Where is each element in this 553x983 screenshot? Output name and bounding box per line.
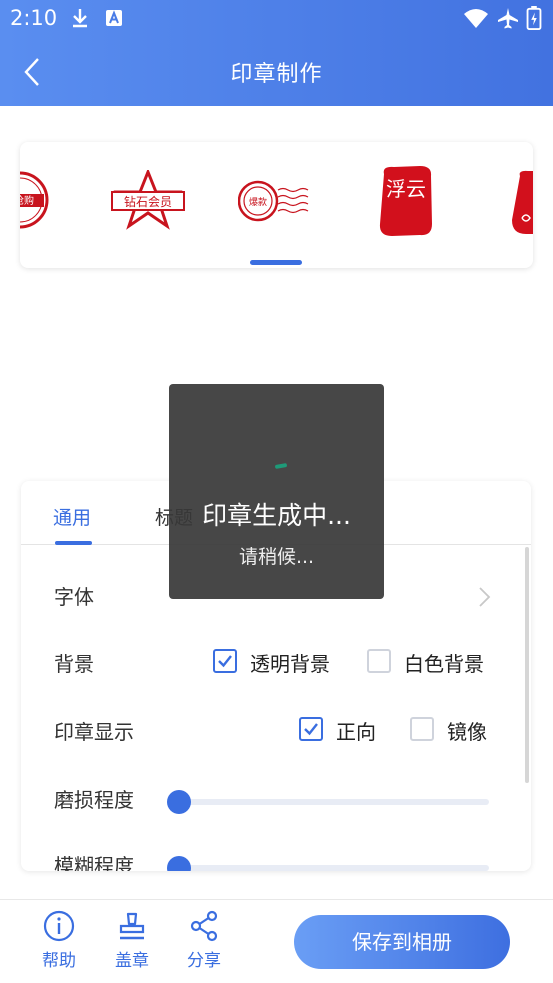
mirror-label[interactable]: 镜像: [447, 716, 487, 745]
status-bar: 2:10: [0, 0, 553, 38]
share-label: 分享: [187, 951, 221, 971]
stamp-template-2[interactable]: 钻石会员: [108, 167, 188, 234]
save-to-album-button[interactable]: 保存到相册: [294, 915, 510, 969]
circle-stamp-icon: 抢购: [20, 171, 49, 229]
transparent-background-label[interactable]: 透明背景: [250, 648, 330, 677]
battery-charging-icon: [526, 6, 542, 30]
stamp-template-carousel[interactable]: 抢购 钻石会员 爆款 浮云: [20, 142, 533, 268]
bottom-toolbar: 帮助 盖章 分享 保存到相册: [0, 899, 553, 983]
seal-stamp-icon: 浮云: [379, 166, 432, 236]
transparent-background-checkbox[interactable]: [213, 649, 237, 673]
forward-label[interactable]: 正向: [336, 716, 376, 745]
stamp-label: 盖章: [115, 951, 149, 971]
checkmark-icon: [304, 723, 318, 736]
wear-slider-knob[interactable]: [167, 790, 191, 814]
tab-general[interactable]: 通用: [53, 503, 91, 530]
seal-stamp-icon: [512, 170, 533, 234]
stamp-icon: [119, 912, 145, 940]
stamp-template-4[interactable]: 浮云: [376, 164, 436, 242]
wifi-icon: [464, 9, 488, 28]
toast-subtitle: 请稍候...: [238, 546, 315, 568]
help-label: 帮助: [42, 951, 76, 971]
blur-slider-knob[interactable]: [167, 856, 191, 871]
stamp-button[interactable]: 盖章: [104, 910, 160, 971]
postmark-stamp-icon: 爆款: [237, 180, 309, 222]
stamp-label: 钻石会员: [124, 194, 172, 209]
stamp-template-3[interactable]: 爆款: [237, 178, 312, 228]
nav-bar: 印章制作: [0, 38, 553, 104]
blur-level-label: 模糊程度: [54, 854, 134, 871]
white-background-label[interactable]: 白色背景: [404, 648, 484, 677]
help-button[interactable]: 帮助: [31, 910, 87, 971]
star-stamp-icon: 钻石会员: [111, 167, 185, 230]
loading-toast: 印章生成中... 请稍候...: [169, 384, 384, 599]
download-icon: [73, 9, 87, 28]
text-a-icon: [106, 10, 122, 26]
stamp-label: 抢购: [20, 194, 34, 207]
toast-title: 印章生成中...: [202, 501, 351, 530]
carousel-indicator: [250, 260, 302, 265]
background-label: 背景: [54, 652, 94, 676]
share-button[interactable]: 分享: [176, 910, 232, 971]
stamp-display-label: 印章显示: [54, 720, 134, 744]
active-tab-indicator: [55, 541, 92, 545]
scrollbar[interactable]: [525, 547, 529, 783]
blur-slider-track[interactable]: [179, 865, 489, 871]
info-icon: [43, 910, 75, 942]
airplane-icon: [498, 8, 518, 29]
wear-slider-track[interactable]: [179, 799, 489, 805]
chevron-right-icon[interactable]: [477, 586, 491, 608]
loading-spinner-icon: [274, 462, 288, 470]
status-time: 2:10: [10, 6, 58, 30]
mirror-checkbox[interactable]: [410, 717, 434, 741]
stamp-template-1[interactable]: 抢购: [20, 170, 50, 234]
font-label: 字体: [54, 585, 94, 609]
white-background-checkbox[interactable]: [367, 649, 391, 673]
stamp-label: 爆款: [249, 196, 267, 208]
forward-checkbox[interactable]: [299, 717, 323, 741]
page-title: 印章制作: [230, 62, 323, 87]
share-icon: [190, 910, 218, 942]
stamp-label: 浮云: [386, 177, 426, 201]
checkmark-icon: [218, 655, 232, 668]
wear-level-label: 磨损程度: [54, 788, 134, 812]
app-header: 2:10 印章制作: [0, 0, 553, 106]
stamp-template-5[interactable]: [510, 168, 533, 242]
